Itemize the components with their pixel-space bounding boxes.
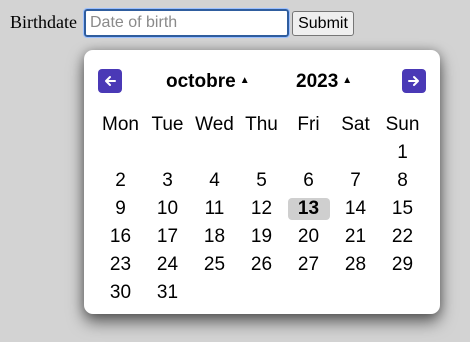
day-cell[interactable]: 7 [332, 167, 379, 195]
empty-day-cell [285, 279, 332, 307]
arrow-left-icon [105, 76, 116, 86]
day-number: 9 [115, 198, 126, 219]
day-cell[interactable]: 28 [332, 251, 379, 279]
day-number: 20 [297, 226, 320, 247]
day-number: 4 [209, 170, 220, 191]
day-cell[interactable]: 9 [97, 195, 144, 223]
weekday-header: Tue [151, 114, 184, 135]
day-number: 1 [397, 142, 408, 163]
month-label: octobre [166, 71, 236, 92]
day-cell[interactable]: 17 [144, 223, 191, 251]
weekday-header: Fri [297, 114, 320, 135]
weekday-header: Wed [195, 114, 234, 135]
day-number: 11 [204, 198, 225, 219]
day-number: 17 [156, 226, 179, 247]
day-number: 10 [156, 198, 179, 219]
next-month-button[interactable] [402, 69, 426, 93]
day-cell[interactable]: 23 [97, 251, 144, 279]
weekday-header: Mon [102, 114, 139, 135]
day-number: 22 [391, 226, 414, 247]
day-cell[interactable]: 22 [379, 223, 426, 251]
empty-day-cell [379, 279, 426, 307]
day-cell[interactable]: 3 [144, 167, 191, 195]
day-cell[interactable]: 18 [191, 223, 238, 251]
day-cell[interactable]: 2 [97, 167, 144, 195]
day-number: 26 [250, 254, 273, 275]
day-cell[interactable]: 19 [238, 223, 285, 251]
day-cell[interactable]: 26 [238, 251, 285, 279]
weekday-header: Sun [385, 114, 420, 135]
day-number: 25 [203, 254, 226, 275]
year-select[interactable]: 2023 ▲ [296, 70, 352, 94]
empty-day-cell [238, 279, 285, 307]
day-cell[interactable]: 14 [332, 195, 379, 223]
empty-day-cell [144, 139, 191, 167]
empty-day-cell [285, 139, 332, 167]
day-number: 21 [344, 226, 367, 247]
weekday-header: Thu [245, 114, 278, 135]
day-number: 24 [156, 254, 179, 275]
calendar-grid: Mon Tue Wed Thu Fri Sat Sun 1 2 3 4 5 6 7 8 9 10 1… [97, 111, 426, 307]
day-cell[interactable]: 29 [379, 251, 426, 279]
day-cell[interactable]: 25 [191, 251, 238, 279]
day-cell[interactable]: 11 [191, 195, 238, 223]
prev-month-button[interactable] [98, 69, 122, 93]
empty-day-cell [332, 139, 379, 167]
day-number: 18 [203, 226, 226, 247]
day-number: 27 [297, 254, 320, 275]
day-number: 12 [250, 198, 273, 219]
day-cell[interactable]: 5 [238, 167, 285, 195]
day-cell[interactable]: 6 [285, 167, 332, 195]
day-cell[interactable]: 8 [379, 167, 426, 195]
day-cell[interactable]: 4 [191, 167, 238, 195]
day-number: 30 [109, 282, 132, 303]
day-number: 16 [109, 226, 132, 247]
day-number: 14 [344, 198, 367, 219]
empty-day-cell [191, 139, 238, 167]
weekday-header: Sat [341, 114, 370, 135]
day-number: 3 [162, 170, 173, 191]
day-cell[interactable]: 12 [238, 195, 285, 223]
day-cell[interactable]: 16 [97, 223, 144, 251]
day-cell[interactable]: 30 [97, 279, 144, 307]
date-picker-popup: octobre ▲ 2023 ▲ Mon Tue Wed Thu Fri Sat… [84, 50, 440, 314]
caret-up-icon: ▲ [342, 74, 353, 86]
day-cell[interactable]: 15 [379, 195, 426, 223]
arrow-right-icon [408, 76, 419, 86]
day-number: 8 [397, 170, 408, 191]
day-number: 23 [109, 254, 132, 275]
day-number: 28 [344, 254, 367, 275]
birthdate-label: Birthdate [10, 12, 77, 32]
day-number: 5 [256, 170, 267, 191]
empty-day-cell [238, 139, 285, 167]
day-number: 31 [156, 282, 179, 303]
submit-button[interactable]: Submit [292, 11, 354, 36]
day-number: 13 [287, 198, 330, 220]
day-number: 15 [391, 198, 414, 219]
day-cell[interactable]: 10 [144, 195, 191, 223]
day-cell[interactable]: 20 [285, 223, 332, 251]
year-label: 2023 [296, 71, 339, 92]
caret-up-icon: ▲ [239, 74, 250, 86]
empty-day-cell [332, 279, 379, 307]
birthdate-input[interactable] [83, 8, 290, 38]
day-cell[interactable]: 31 [144, 279, 191, 307]
day-number: 2 [115, 170, 126, 191]
day-cell[interactable]: 27 [285, 251, 332, 279]
day-number: 29 [391, 254, 414, 275]
empty-day-cell [97, 139, 144, 167]
day-number: 7 [350, 170, 361, 191]
day-number: 19 [250, 226, 273, 247]
day-cell[interactable]: 24 [144, 251, 191, 279]
month-select[interactable]: octobre ▲ [166, 70, 250, 94]
day-cell[interactable]: 1 [379, 139, 426, 167]
empty-day-cell [191, 279, 238, 307]
day-cell[interactable]: 21 [332, 223, 379, 251]
highlighted-day-cell[interactable]: 13 [285, 195, 332, 223]
day-number: 6 [303, 170, 314, 191]
